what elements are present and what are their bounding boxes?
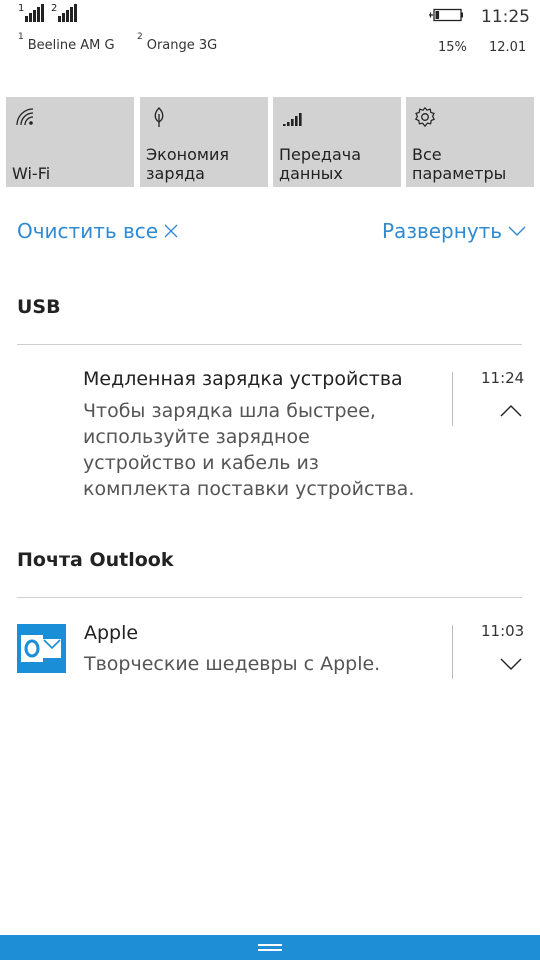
close-icon [164,224,178,238]
separator [452,625,453,679]
expand-button[interactable]: Развернуть [382,219,526,243]
chevron-up-icon[interactable] [500,404,522,418]
quick-action-all-settings[interactable]: Все параметры [406,97,534,187]
notification-body: Творческие шедевры с Apple. [84,653,381,675]
quick-action-label: Передача данных [279,145,361,183]
notification-body-line: комплекта поставки устройства. [83,478,415,500]
quick-action-label: Экономия заряда [146,145,229,183]
clear-all-label: Очистить все [17,219,159,243]
divider [17,597,522,598]
notification-title: Медленная зарядка устройства [83,368,403,390]
notification-title: Apple [84,622,139,644]
carrier-1-name: Beeline AM G [27,38,115,53]
quick-action-label: Все параметры [412,145,507,183]
outlook-icon [17,624,66,673]
clock: 11:25 [481,7,530,27]
sim2-signal: 2 [51,3,78,22]
signal-icon [25,4,45,22]
notification-body-line: устройство и кабель из [83,452,319,474]
handle-line [258,949,282,951]
notification-body-line: используйте зарядное [83,426,310,448]
battery-charging-icon [429,8,463,22]
date: 12.01 [489,40,527,55]
notification-time: 11:24 [481,369,525,387]
group-title-outlook: Почта Outlook [17,549,174,571]
carrier-1: 1 Beeline AM G [18,32,115,53]
notification-time: 11:03 [481,622,525,640]
battery-percent: 15% [438,40,467,55]
quick-action-cellular-data[interactable]: Передача данных [273,97,401,187]
clear-all-button[interactable]: Очистить все [17,219,178,243]
notification-body-line: Чтобы зарядка шла быстрее, [83,400,376,422]
quick-action-wifi[interactable]: Wi-Fi [6,97,134,187]
wifi-icon [16,108,34,126]
expand-label: Развернуть [382,219,503,243]
notification-body: Чтобы зарядка шла быстрее, используйте з… [83,398,414,502]
quick-action-label: Wi-Fi [12,164,51,183]
handle-line [258,944,282,946]
settings-icon [414,106,436,128]
signal-icon [58,4,78,22]
chevron-down-icon[interactable] [500,657,522,671]
sim2-index: 2 [51,3,58,14]
group-title-usb: USB [17,296,61,318]
sim1-index: 1 [18,3,25,14]
battery-saver-icon [154,107,164,127]
separator [452,372,453,426]
sim1-signal: 1 [18,3,45,22]
cellular-data-icon [283,113,302,126]
carrier-2: 2 Orange 3G [137,32,218,53]
quick-action-battery-saver[interactable]: Экономия заряда [140,97,268,187]
chevron-down-icon [508,226,526,236]
carrier-2-name: Orange 3G [146,38,218,53]
action-center-handle-bar[interactable] [0,935,540,960]
divider [17,344,522,345]
